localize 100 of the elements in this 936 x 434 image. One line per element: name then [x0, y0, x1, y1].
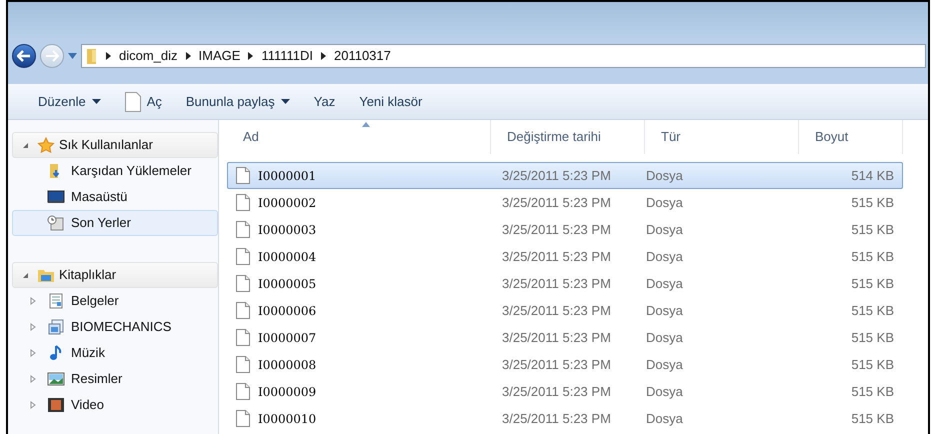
chevron-right-icon[interactable] [106, 52, 111, 60]
date-cell-text: 3/25/2011 5:23 PM [501, 166, 612, 185]
expand-arrow-icon[interactable] [21, 271, 29, 279]
dropdown-icon[interactable] [68, 53, 77, 59]
type-cell-text: Dosya [646, 328, 684, 347]
file-icon [236, 356, 250, 373]
tree-header[interactable]: Kitaplıklar [12, 262, 218, 288]
back-arrow-icon [17, 50, 31, 62]
expand-arrow-icon[interactable] [21, 141, 29, 149]
file-row[interactable]: I0000008 3/25/2011 5:23 PM Dosya 515 KB [227, 351, 903, 378]
date-cell-text: 3/25/2011 5:23 PM [501, 220, 612, 239]
collapse-arrow-icon[interactable] [29, 323, 37, 331]
dropdown-icon [92, 99, 101, 104]
address-bar[interactable]: dicom_diz IMAGE 111111DI 20110317 [81, 44, 926, 68]
collapse-arrow-icon[interactable] [29, 375, 37, 383]
column-header[interactable]: Tür [645, 120, 799, 154]
size-cell-text: 515 KB [850, 274, 894, 293]
back-button[interactable] [12, 44, 36, 68]
file-name: I0000002 [258, 194, 316, 212]
date-cell-text: 3/25/2011 5:23 PM [501, 356, 612, 374]
type-cell-text: Dosya [646, 220, 684, 239]
tree-item[interactable]: Müzik [12, 340, 218, 366]
size-cell-text: 515 KB [850, 410, 894, 428]
chevron-right-icon[interactable] [186, 52, 191, 60]
tree-item[interactable]: Resimler [12, 366, 218, 392]
toolbar-button[interactable]: Düzenle [38, 92, 101, 112]
collapse-arrow-icon[interactable] [29, 349, 37, 357]
file-row[interactable]: I0000004 3/25/2011 5:23 PM Dosya 515 KB [227, 243, 903, 270]
chevron-right-icon[interactable] [321, 52, 326, 60]
file-row[interactable]: I0000003 3/25/2011 5:23 PM Dosya 515 KB [227, 216, 903, 243]
clock-document-icon [47, 215, 65, 231]
tree-item[interactable]: Masaüstü [12, 184, 218, 210]
landscape-icon [47, 371, 65, 387]
size-cell-text: 515 KB [850, 302, 894, 320]
file-name: I0000006 [258, 302, 316, 320]
library-folder-icon [37, 267, 55, 283]
date-cell-text: 3/25/2011 5:23 PM [501, 274, 612, 293]
type-cell-text: Dosya [646, 274, 684, 293]
tree-item[interactable]: Son Yerler [12, 210, 218, 236]
toolbar-button[interactable]: Bununla paylaş [186, 92, 290, 112]
file-name: I0000004 [258, 248, 316, 266]
file-row[interactable]: I0000009 3/25/2011 5:23 PM Dosya 515 KB [227, 378, 903, 405]
tree-header[interactable]: Sık Kullanılanlar [12, 132, 218, 158]
type-cell-text: Dosya [646, 248, 684, 266]
column-header[interactable]: Ad [227, 120, 491, 154]
toolbar-button[interactable]: Aç [124, 92, 162, 112]
size-cell-text: 515 KB [850, 194, 894, 212]
toolbar-button[interactable]: Yaz [314, 92, 336, 112]
tree-item[interactable]: BIOMECHANICS [12, 314, 218, 340]
breadcrumb-item[interactable]: dicom_diz [119, 46, 178, 66]
date-cell-text: 3/25/2011 5:23 PM [501, 194, 612, 212]
file-name: I0000008 [258, 356, 316, 374]
file-icon [236, 167, 250, 184]
size-cell-text: 515 KB [850, 220, 894, 239]
file-icon [236, 275, 250, 292]
tree-item[interactable]: Karşıdan Yüklemeler [12, 158, 218, 184]
toolbar-button[interactable]: Yeni klasör [359, 92, 422, 112]
date-cell-text: 3/25/2011 5:23 PM [501, 410, 612, 428]
file-row[interactable]: I0000010 3/25/2011 5:23 PM Dosya 515 KB [227, 405, 903, 432]
film-strip-icon [47, 397, 65, 413]
file-name: I0000007 [258, 330, 316, 346]
column-header[interactable]: Boyut [799, 120, 903, 154]
dropdown-icon [280, 99, 290, 104]
file-row[interactable]: I0000007 3/25/2011 5:23 PM Dosya 515 KB [227, 324, 903, 351]
size-cell-text: 515 KB [850, 248, 894, 266]
column-header[interactable]: Değiştirme tarihi [491, 120, 645, 154]
collapse-arrow-icon[interactable] [29, 401, 37, 409]
chevron-right-icon[interactable] [248, 52, 254, 60]
file-icon [236, 302, 250, 319]
date-cell-text: 3/25/2011 5:23 PM [501, 302, 612, 320]
tree-item[interactable]: Belgeler [12, 288, 218, 314]
file-row[interactable]: I0000002 3/25/2011 5:23 PM Dosya 515 KB [227, 189, 903, 216]
type-cell-text: Dosya [646, 382, 684, 401]
file-name: I0000010 [258, 410, 316, 428]
monitor-icon [47, 189, 65, 205]
file-icon [236, 410, 250, 427]
tree-item[interactable]: Video [12, 392, 218, 418]
type-cell-text: Dosya [646, 356, 684, 374]
file-row[interactable]: I0000006 3/25/2011 5:23 PM Dosya 515 KB [227, 297, 903, 324]
size-cell-text: 515 KB [850, 328, 894, 347]
file-name: I0000003 [258, 222, 316, 238]
file-icon [236, 329, 250, 346]
date-cell-text: 3/25/2011 5:23 PM [501, 328, 612, 347]
file-row[interactable]: I0000001 3/25/2011 5:23 PM Dosya 514 KB [227, 162, 903, 189]
document-icon [47, 293, 65, 309]
type-cell-text: Dosya [646, 302, 684, 320]
document-icon [124, 92, 141, 112]
file-name: I0000005 [258, 276, 316, 292]
type-cell-text: Dosya [646, 410, 684, 428]
sort-arrow-icon [362, 122, 370, 127]
tree-header-label: Sık Kullanılanlar [59, 136, 153, 154]
breadcrumb-item[interactable]: IMAGE [198, 46, 240, 66]
file-name: I0000009 [258, 384, 316, 400]
file-row[interactable]: I0000005 3/25/2011 5:23 PM Dosya 515 KB [227, 270, 903, 297]
file-icon [236, 194, 250, 211]
type-cell-text: Dosya [646, 166, 684, 185]
breadcrumb-item[interactable]: 111111DI [261, 46, 313, 66]
collapse-arrow-icon[interactable] [29, 297, 37, 305]
star-icon [37, 137, 55, 153]
breadcrumb-item[interactable]: 20110317 [334, 46, 391, 66]
